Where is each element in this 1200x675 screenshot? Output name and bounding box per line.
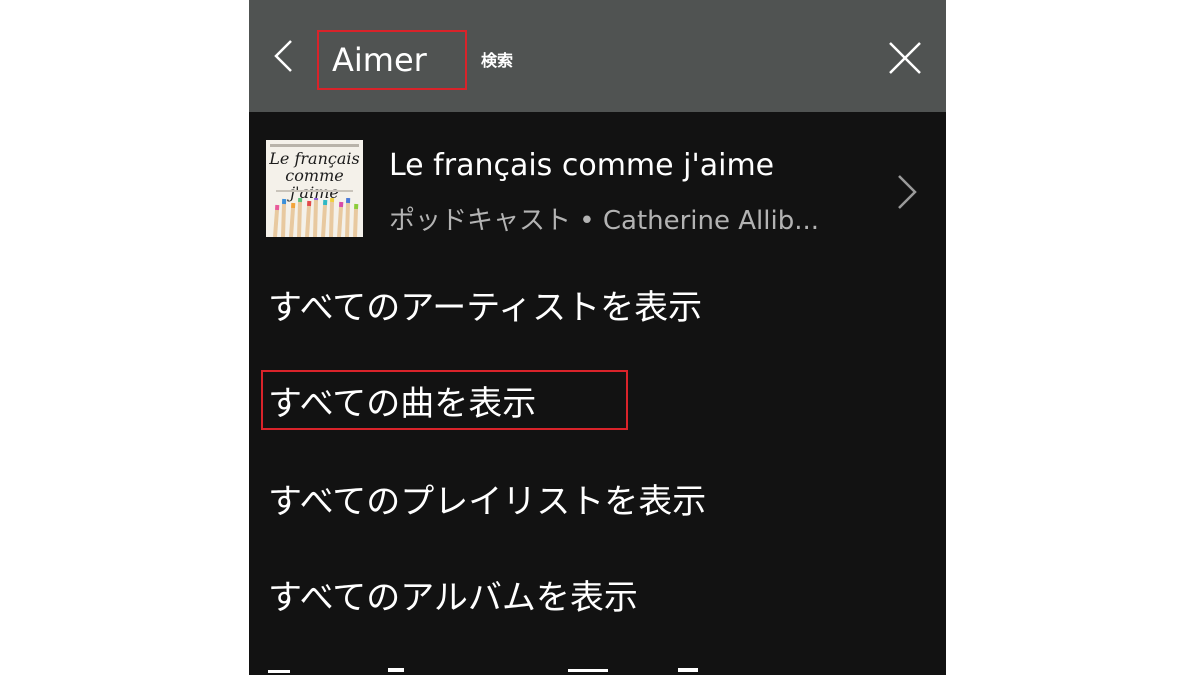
spotify-search-screen: 検索 Le français comme j'aime [249, 0, 946, 675]
show-all-songs-link[interactable]: すべての曲を表示 [268, 376, 536, 425]
chevron-right-icon [898, 175, 917, 209]
show-all-albums-link[interactable]: すべてのアルバムを表示 [268, 570, 638, 619]
cover-tagline [270, 144, 359, 147]
show-all-artists-link[interactable]: すべてのアーティストを表示 [268, 280, 702, 329]
search-query-highlight [317, 30, 467, 90]
show-all-playlists-link[interactable]: すべてのプレイリストを表示 [268, 474, 706, 523]
cover-title: Le français comme j'aime [269, 149, 360, 202]
chevron-left-icon [274, 40, 292, 72]
podcast-subtitle: ポッドキャスト • Catherine Allib... [389, 206, 820, 236]
cutoff-next-item [268, 662, 738, 675]
search-input[interactable] [332, 38, 462, 82]
cover-divider [276, 190, 353, 192]
back-button[interactable] [263, 34, 303, 78]
search-header: 検索 [249, 0, 946, 112]
podcast-title: Le français comme j'aime [389, 148, 775, 183]
podcast-cover-image: Le français comme j'aime [266, 140, 363, 237]
podcast-result-row[interactable]: Le français comme j'aime Le français com… [249, 130, 946, 242]
colored-pencils-illustration [273, 198, 359, 237]
close-button[interactable] [885, 38, 925, 78]
close-icon [889, 42, 921, 74]
search-label: 検索 [481, 51, 514, 70]
